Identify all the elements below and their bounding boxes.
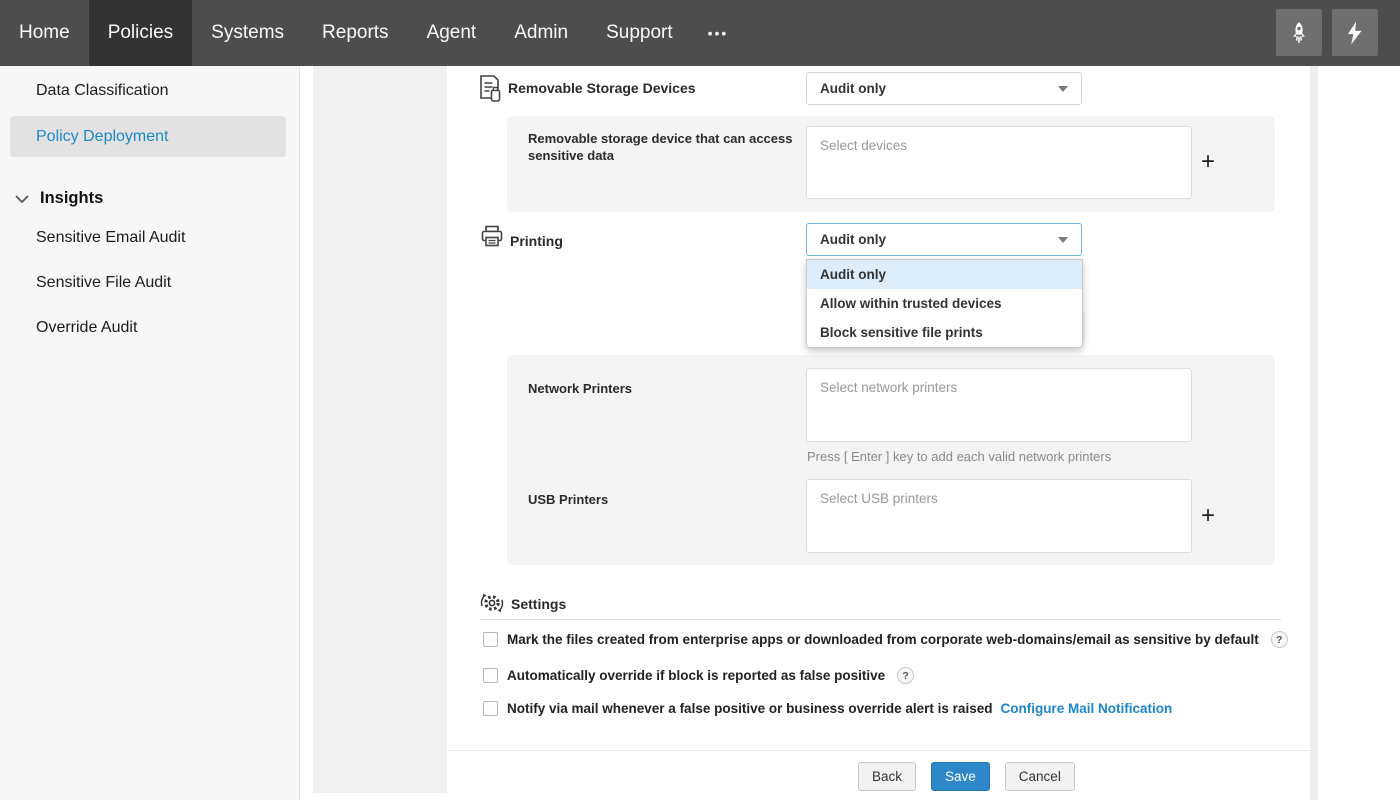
footer-divider [447,750,1310,751]
option-allow-within-trusted-devices[interactable]: Allow within trusted devices [807,289,1082,318]
nav-item-policies[interactable]: Policies [89,0,192,66]
add-devices-button[interactable]: + [1201,152,1215,172]
chevron-down-icon[interactable] [14,193,30,205]
sidebar-item-policy-deployment[interactable]: Policy Deployment [10,116,286,157]
settings-icon [478,589,506,617]
nav-item-systems[interactable]: Systems [192,0,303,66]
usb-printers-input[interactable]: Select USB printers [806,479,1192,553]
nav-item-home[interactable]: Home [0,0,89,66]
sidebar-item-override-audit[interactable]: Override Audit [36,319,137,337]
usb-printers-label: USB Printers [528,491,608,508]
app-window: Home Policies Systems Reports Agent Admi… [0,0,1400,800]
chevron-down-icon [1058,237,1068,243]
removable-storage-sub-label: Removable storage device that can access… [528,130,808,164]
nav-item-reports[interactable]: Reports [303,0,408,66]
setting-row-mark-sensitive: Mark the files created from enterprise a… [483,631,1288,648]
back-button[interactable]: Back [858,762,916,791]
nav-overflow-menu[interactable]: ••• [692,0,745,66]
nav-item-support[interactable]: Support [587,0,692,66]
sidebar-item-sensitive-file-audit[interactable]: Sensitive File Audit [36,274,171,292]
option-block-sensitive-file-prints[interactable]: Block sensitive file prints [807,318,1082,347]
secondary-panel [313,66,447,793]
removable-storage-label: Removable Storage Devices [508,80,696,96]
sidebar-group-insights[interactable]: Insights [40,189,103,208]
settings-divider [480,619,1281,620]
removable-storage-icon [478,74,504,104]
auto-override-checkbox[interactable] [483,668,498,683]
printing-select[interactable]: Audit only [806,223,1082,256]
settings-title: Settings [511,596,566,612]
printing-label: Printing [510,233,563,249]
lightning-icon [1342,20,1368,46]
sidebar-item-sensitive-email-audit[interactable]: Sensitive Email Audit [36,229,185,247]
rocket-button[interactable] [1276,9,1322,56]
top-nav: Home Policies Systems Reports Agent Admi… [0,0,1400,66]
setting-row-auto-override: Automatically override if block is repor… [483,667,914,684]
network-printers-input[interactable]: Select network printers [806,368,1192,442]
printer-icon [480,224,504,248]
option-audit-only[interactable]: Audit only [807,260,1082,289]
select-devices-input[interactable]: Select devices [806,126,1192,199]
policy-form: Removable Storage Devices Audit only Rem… [447,66,1310,800]
left-sidebar: Data Classification Policy Deployment In… [0,66,300,800]
network-printers-hint: Press [ Enter ] key to add each valid ne… [807,449,1111,464]
vertical-scrollbar[interactable] [1310,66,1318,800]
help-icon[interactable]: ? [1271,631,1288,648]
form-actions: Back Save Cancel [858,762,1075,791]
nav-spacer [744,0,1271,66]
printing-dropdown-menu: Audit only Allow within trusted devices … [806,259,1083,348]
cancel-button[interactable]: Cancel [1005,762,1075,791]
quick-actions-button[interactable] [1332,9,1378,56]
sidebar-item-data-classification[interactable]: Data Classification [36,82,169,100]
rocket-icon [1286,20,1312,46]
nav-item-admin[interactable]: Admin [495,0,587,66]
network-printers-label: Network Printers [528,380,632,397]
setting-row-notify-mail: Notify via mail whenever a false positiv… [483,701,1172,716]
add-usb-printers-button[interactable]: + [1201,506,1215,526]
help-icon[interactable]: ? [897,667,914,684]
notify-mail-checkbox[interactable] [483,701,498,716]
chevron-down-icon [1058,86,1068,92]
mark-sensitive-checkbox[interactable] [483,632,498,647]
nav-item-agent[interactable]: Agent [408,0,496,66]
configure-mail-notification-link[interactable]: Configure Mail Notification [1000,701,1172,716]
save-button[interactable]: Save [931,762,990,791]
removable-storage-select[interactable]: Audit only [806,72,1082,105]
